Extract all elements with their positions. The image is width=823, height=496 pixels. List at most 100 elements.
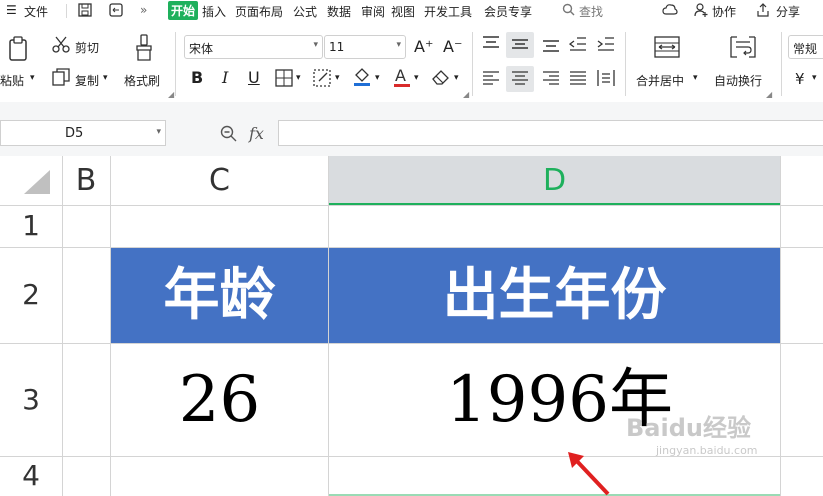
row-header-4[interactable]: 4 xyxy=(0,456,62,496)
hamburger-icon[interactable]: ☰ xyxy=(6,3,17,17)
collaborate-icon[interactable] xyxy=(694,3,708,20)
paste-dropdown-icon[interactable]: ▾ xyxy=(30,73,35,83)
toolbar-divider xyxy=(0,102,823,112)
format-painter-icon[interactable] xyxy=(134,34,156,66)
column-header-b[interactable]: B xyxy=(62,156,110,205)
name-box-value: D5 xyxy=(65,126,84,141)
chevron-down-icon: ▾ xyxy=(156,127,161,137)
format-painter-button[interactable]: 格式刷 xyxy=(124,72,160,89)
watermark-logo: Baidu经验 xyxy=(626,414,751,442)
search-label[interactable]: 查找 xyxy=(579,3,603,20)
paste-button[interactable]: 粘贴 xyxy=(0,72,24,89)
spreadsheet-grid: B C D 1 2 3 4 年龄 出生年份 26 1996年 Baidu经验 j… xyxy=(0,156,823,496)
tab-formulas[interactable]: 公式 xyxy=(293,3,317,20)
group-launcher-icon[interactable]: ◢ xyxy=(168,90,174,99)
justify-icon[interactable] xyxy=(569,70,587,90)
align-top-icon[interactable] xyxy=(482,36,500,56)
distributed-align-icon[interactable] xyxy=(597,69,615,91)
border-icon[interactable] xyxy=(275,69,293,91)
row-header-1[interactable]: 1 xyxy=(0,205,62,247)
align-middle-icon[interactable] xyxy=(506,32,534,58)
chevron-down-icon[interactable]: ▾ xyxy=(693,73,698,83)
function-icon[interactable]: fx xyxy=(249,124,264,143)
menu-file[interactable]: 文件 xyxy=(24,3,48,20)
font-color-icon[interactable]: A xyxy=(393,66,411,92)
underline-button[interactable]: U xyxy=(248,68,260,87)
italic-button[interactable]: I xyxy=(222,68,228,87)
currency-button[interactable]: ¥ xyxy=(795,70,805,88)
search-icon[interactable] xyxy=(562,3,575,19)
cut-button[interactable]: 剪切 xyxy=(75,39,99,56)
separator xyxy=(175,32,176,96)
column-header-d[interactable]: D xyxy=(329,156,780,205)
cloud-icon[interactable] xyxy=(662,3,678,20)
select-all-corner[interactable] xyxy=(0,156,62,205)
cell-d1[interactable] xyxy=(329,206,780,247)
tab-page-layout[interactable]: 页面布局 xyxy=(235,3,283,20)
chevron-down-icon[interactable]: ▾ xyxy=(296,73,301,83)
group-launcher-icon[interactable]: ◢ xyxy=(463,90,469,99)
cell-c3[interactable]: 26 xyxy=(111,344,328,456)
font-size-value: 11 xyxy=(329,40,345,54)
merge-center-button[interactable]: 合并居中 xyxy=(636,72,684,89)
name-box[interactable]: D5 ▾ xyxy=(0,120,166,146)
zoom-icon[interactable] xyxy=(220,125,237,146)
fill-color-icon[interactable] xyxy=(352,67,372,91)
increase-indent-icon[interactable] xyxy=(597,36,615,56)
formula-bar: D5 ▾ fx xyxy=(0,112,823,156)
font-size-select[interactable]: 11 ▾ xyxy=(324,35,406,59)
tab-member[interactable]: 会员专享 xyxy=(484,3,532,20)
merge-center-icon[interactable] xyxy=(654,36,680,62)
share-button[interactable]: 分享 xyxy=(776,3,800,20)
separator xyxy=(66,4,67,18)
column-header-c[interactable]: C xyxy=(111,156,328,205)
eraser-icon[interactable] xyxy=(431,68,451,90)
cell-d2[interactable]: 出生年份 xyxy=(329,248,780,343)
menu-bar: ☰ 文件 » 开始 插入 页面布局 公式 数据 审阅 视图 开发工具 会员专享 … xyxy=(0,0,823,22)
collaborate-button[interactable]: 协作 xyxy=(712,3,736,20)
row-header-3[interactable]: 3 xyxy=(0,343,62,456)
ribbon-toolbar: 粘贴 ▾ 剪切 复制 ▾ 格式刷 ◢ 宋体 ▾ 11 ▾ A⁺ A⁻ B I U… xyxy=(0,22,823,102)
group-launcher-icon[interactable]: ◢ xyxy=(766,90,772,99)
tab-home[interactable]: 开始 xyxy=(168,1,199,20)
more-icon[interactable]: » xyxy=(140,3,147,17)
cell-b1[interactable] xyxy=(63,206,110,247)
align-center-icon[interactable] xyxy=(506,66,534,92)
scissors-icon[interactable] xyxy=(52,36,70,58)
font-name-select[interactable]: 宋体 ▾ xyxy=(184,35,323,59)
save-icon[interactable] xyxy=(78,3,92,20)
chevron-down-icon[interactable]: ▾ xyxy=(375,73,380,83)
fill-pattern-icon[interactable] xyxy=(313,69,333,91)
chevron-down-icon[interactable]: ▾ xyxy=(454,73,459,83)
chevron-down-icon[interactable]: ▾ xyxy=(335,73,340,83)
share-icon[interactable] xyxy=(756,3,770,20)
bold-button[interactable]: B xyxy=(191,68,203,87)
wrap-text-icon[interactable] xyxy=(730,36,756,62)
cell-c2[interactable]: 年龄 xyxy=(111,248,328,343)
copy-icon[interactable] xyxy=(52,68,70,90)
align-right-icon[interactable] xyxy=(542,70,560,90)
cell-c1[interactable] xyxy=(111,206,328,247)
tab-developer[interactable]: 开发工具 xyxy=(424,3,472,20)
tab-data[interactable]: 数据 xyxy=(327,3,351,20)
align-bottom-icon[interactable] xyxy=(542,36,560,56)
separator xyxy=(472,32,473,96)
paste-icon[interactable] xyxy=(8,36,30,66)
font-grow-icon[interactable]: A⁺ xyxy=(414,37,433,56)
tab-review[interactable]: 审阅 xyxy=(361,3,385,20)
chevron-down-icon[interactable]: ▾ xyxy=(414,73,419,83)
align-left-icon[interactable] xyxy=(482,70,500,90)
undo-icon[interactable] xyxy=(108,3,124,20)
font-shrink-icon[interactable]: A⁻ xyxy=(443,37,462,56)
chevron-down-icon[interactable]: ▾ xyxy=(812,73,817,83)
copy-button[interactable]: 复制 xyxy=(75,72,99,89)
tab-insert[interactable]: 插入 xyxy=(202,3,226,20)
formula-input[interactable] xyxy=(278,120,823,146)
grid-line xyxy=(780,156,781,496)
decrease-indent-icon[interactable] xyxy=(568,36,587,56)
tab-view[interactable]: 视图 xyxy=(391,3,415,20)
row-header-2[interactable]: 2 xyxy=(0,247,62,343)
copy-dropdown-icon[interactable]: ▾ xyxy=(103,73,108,83)
number-format-select[interactable]: 常规 xyxy=(788,35,823,59)
wrap-text-button[interactable]: 自动换行 xyxy=(714,72,762,89)
